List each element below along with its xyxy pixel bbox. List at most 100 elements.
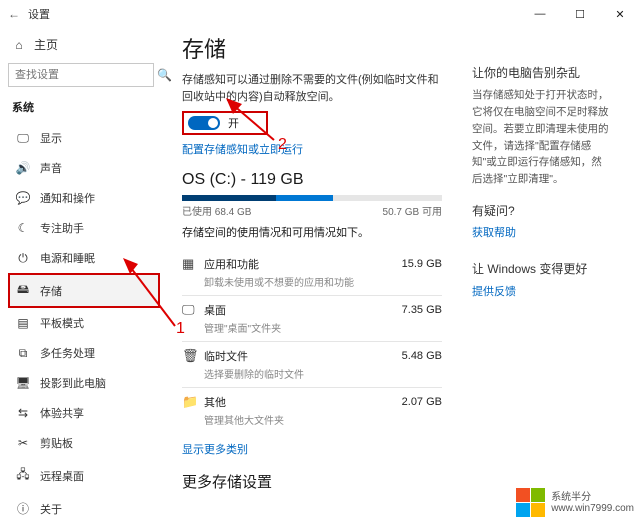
focus-icon: ☾ bbox=[16, 221, 30, 235]
disk-free-label: 50.7 GB 可用 bbox=[383, 203, 442, 218]
maximize-button[interactable]: ☐ bbox=[560, 0, 600, 28]
sidebar-item-share[interactable]: ⇆ 体验共享 bbox=[8, 398, 160, 428]
category-size: 5.48 GB bbox=[402, 350, 442, 362]
multitask-icon: ⧉ bbox=[16, 346, 30, 361]
sidebar-item-storage[interactable]: 🖴 存储 bbox=[8, 273, 160, 308]
apps-icon: ▦ bbox=[182, 256, 204, 272]
watermark-line1: 系统半分 bbox=[551, 492, 634, 503]
category-other[interactable]: 📁 其他 2.07 GB 管理其他大文件夹 bbox=[182, 388, 442, 433]
toggle-state-label: 开 bbox=[228, 115, 239, 131]
storage-sense-toggle-row: 开 bbox=[182, 111, 268, 135]
temp-icon: 🗑 bbox=[182, 348, 204, 364]
search-input-wrapper[interactable]: 🔍 bbox=[8, 63, 154, 87]
toggle-knob-icon bbox=[208, 118, 218, 128]
category-name: 临时文件 bbox=[204, 348, 402, 364]
search-input[interactable] bbox=[15, 69, 157, 81]
category-name: 其他 bbox=[204, 394, 402, 410]
title-bar: ← 设置 — ☐ ✕ bbox=[0, 0, 640, 28]
storage-sense-toggle[interactable] bbox=[188, 116, 220, 130]
category-desc: 选择要删除的临时文件 bbox=[204, 366, 442, 381]
minimize-button[interactable]: — bbox=[520, 0, 560, 28]
about-icon: ⓘ bbox=[16, 500, 30, 517]
sidebar-item-remote[interactable]: 🖧 远程桌面 bbox=[8, 458, 160, 493]
back-icon[interactable]: ← bbox=[8, 7, 26, 21]
home-label: 主页 bbox=[34, 36, 58, 53]
clipboard-icon: ✂ bbox=[16, 436, 30, 450]
category-size: 15.9 GB bbox=[402, 258, 442, 270]
project-icon: 🖥 bbox=[16, 376, 30, 390]
ms-logo-icon bbox=[516, 488, 545, 517]
sidebar-item-label: 显示 bbox=[40, 130, 62, 146]
sidebar-item-focus[interactable]: ☾ 专注助手 bbox=[8, 213, 160, 243]
home-button[interactable]: ⌂ 主页 bbox=[8, 32, 160, 57]
category-desktop[interactable]: 🖵 桌面 7.35 GB 管理"桌面"文件夹 bbox=[182, 296, 442, 342]
notify-icon: 💬 bbox=[16, 191, 30, 205]
sidebar-item-label: 电源和睡眠 bbox=[40, 250, 95, 266]
annotation-label-2: 2 bbox=[278, 136, 287, 154]
sidebar-item-label: 多任务处理 bbox=[40, 345, 95, 361]
storage-icon: 🖴 bbox=[16, 280, 30, 301]
help-title: 有疑问? bbox=[472, 202, 612, 221]
sidebar-item-display[interactable]: 🖵 显示 bbox=[8, 123, 160, 153]
window-controls: — ☐ ✕ bbox=[520, 0, 640, 28]
disk-used-label: 已使用 68.4 GB bbox=[182, 203, 251, 218]
category-name: 应用和功能 bbox=[204, 256, 402, 272]
power-icon: ⏻ bbox=[16, 251, 30, 266]
category-desc: 管理"桌面"文件夹 bbox=[204, 320, 442, 335]
sidebar-item-notify[interactable]: 💬 通知和操作 bbox=[8, 183, 160, 213]
sidebar-item-clipboard[interactable]: ✂ 剪贴板 bbox=[8, 428, 160, 458]
home-icon: ⌂ bbox=[12, 38, 26, 52]
sidebar-item-power[interactable]: ⏻ 电源和睡眠 bbox=[8, 243, 160, 273]
other-icon: 📁 bbox=[182, 394, 204, 410]
sidebar-item-label: 远程桌面 bbox=[40, 468, 84, 484]
tablet-icon: ▤ bbox=[16, 316, 30, 330]
category-desc: 卸载未使用或不想要的应用和功能 bbox=[204, 274, 442, 289]
sidebar-item-label: 剪贴板 bbox=[40, 435, 73, 451]
disk-usage-bar-wrapper: 已使用 68.4 GB 50.7 GB 可用 bbox=[182, 195, 442, 218]
page-title: 存储 bbox=[182, 32, 630, 64]
sidebar-item-tablet[interactable]: ▤ 平板模式 bbox=[8, 308, 160, 338]
annotation-label-1: 1 bbox=[176, 320, 185, 338]
right-rail: 让你的电脑告别杂乱 当存储感知处于打开状态时，它将仅在电脑空间不足时释放空间。若… bbox=[472, 64, 612, 301]
display-icon: 🖵 bbox=[16, 131, 30, 146]
category-size: 7.35 GB bbox=[402, 304, 442, 316]
bar-segment-light bbox=[276, 195, 333, 201]
promo-title: 让你的电脑告别杂乱 bbox=[472, 64, 612, 83]
category-temp[interactable]: 🗑 临时文件 5.48 GB 选择要删除的临时文件 bbox=[182, 342, 442, 388]
feedback-link[interactable]: 提供反馈 bbox=[472, 284, 612, 302]
sidebar-item-label: 关于 bbox=[40, 501, 62, 517]
sidebar: ⌂ 主页 🔍 系统 🖵 显示 🔊 声音 💬 通知和操作 ☾ 专注助手 ⏻ 电源和睡眠 🖴 存… bbox=[0, 28, 160, 498]
remote-icon: 🖧 bbox=[16, 465, 30, 486]
sidebar-item-multitask[interactable]: ⧉ 多任务处理 bbox=[8, 338, 160, 368]
nav-list: 🖵 显示 🔊 声音 💬 通知和操作 ☾ 专注助手 ⏻ 电源和睡眠 🖴 存储 ▤ 平板模式 ⧉ 多… bbox=[8, 123, 160, 524]
sidebar-item-about[interactable]: ⓘ 关于 bbox=[8, 493, 160, 524]
sidebar-item-label: 平板模式 bbox=[40, 315, 84, 331]
get-help-link[interactable]: 获取帮助 bbox=[472, 225, 612, 243]
bar-segment-dark bbox=[182, 195, 276, 201]
category-desc: 管理其他大文件夹 bbox=[204, 412, 442, 427]
sidebar-item-project[interactable]: 🖥 投影到此电脑 bbox=[8, 368, 160, 398]
sidebar-item-sound[interactable]: 🔊 声音 bbox=[8, 153, 160, 183]
category-list: ▦ 应用和功能 15.9 GB 卸载未使用或不想要的应用和功能 🖵 桌面 7.3… bbox=[182, 250, 442, 433]
sidebar-item-label: 投影到此电脑 bbox=[40, 375, 106, 391]
disk-usage-bar bbox=[182, 195, 442, 201]
share-icon: ⇆ bbox=[16, 406, 30, 420]
feedback-title: 让 Windows 变得更好 bbox=[472, 260, 612, 279]
sidebar-section-label: 系统 bbox=[8, 95, 160, 123]
sound-icon: 🔊 bbox=[16, 161, 30, 175]
category-apps[interactable]: ▦ 应用和功能 15.9 GB 卸载未使用或不想要的应用和功能 bbox=[182, 250, 442, 296]
show-more-categories-link[interactable]: 显示更多类别 bbox=[182, 441, 630, 457]
sidebar-item-label: 专注助手 bbox=[40, 220, 84, 236]
storage-sense-desc: 存储感知可以通过删除不需要的文件(例如临时文件和回收站中的内容)自动释放空间。 bbox=[182, 72, 442, 105]
desktop-icon: 🖵 bbox=[182, 302, 204, 318]
sidebar-item-label: 体验共享 bbox=[40, 405, 84, 421]
window-title: 设置 bbox=[28, 6, 50, 22]
category-size: 2.07 GB bbox=[402, 396, 442, 408]
close-button[interactable]: ✕ bbox=[600, 0, 640, 28]
sidebar-item-label: 声音 bbox=[40, 160, 62, 176]
promo-body: 当存储感知处于打开状态时，它将仅在电脑空间不足时释放空间。若要立即清理未使用的文… bbox=[472, 87, 612, 188]
sidebar-item-label: 通知和操作 bbox=[40, 190, 95, 206]
watermark-line2: www.win7999.com bbox=[551, 503, 634, 514]
category-name: 桌面 bbox=[204, 302, 402, 318]
sidebar-item-label: 存储 bbox=[40, 283, 62, 299]
